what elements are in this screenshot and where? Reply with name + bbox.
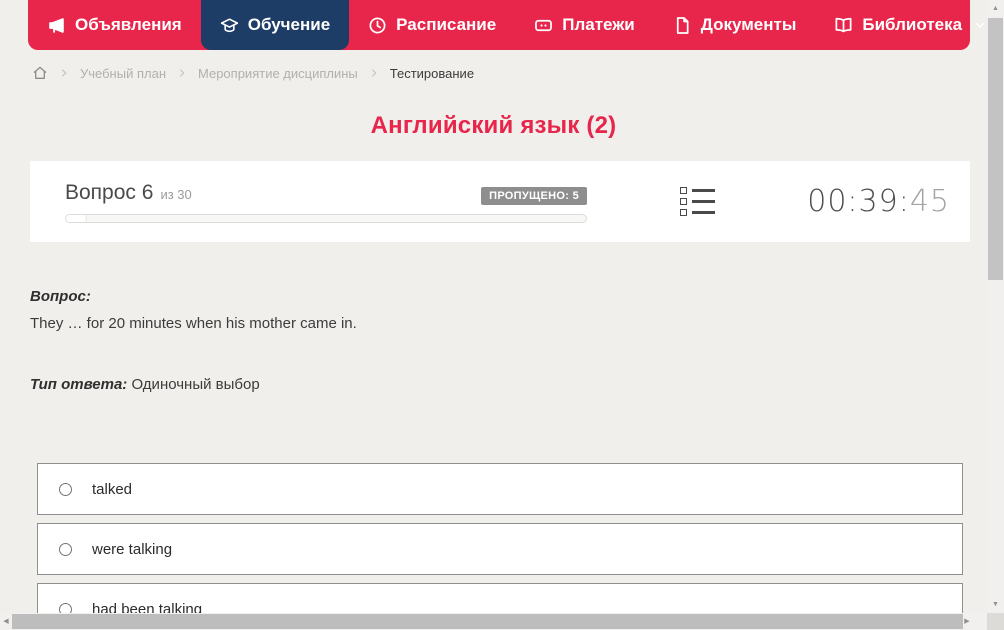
nav-item-schedule[interactable]: Расписание	[349, 0, 515, 50]
question-heading: Вопрос:	[30, 288, 1004, 305]
horizontal-scrollbar[interactable]: ◀ ▶	[0, 613, 987, 630]
timer-seconds: 45	[910, 184, 950, 219]
vertical-scrollbar-thumb[interactable]	[988, 18, 1003, 280]
question-total: из 30	[160, 187, 481, 202]
breadcrumb: Учебный план Мероприятие дисциплины Тест…	[32, 65, 1004, 81]
top-navigation: Объявления Обучение Расписание Платежи Д…	[28, 0, 970, 50]
breadcrumb-item-discipline-event[interactable]: Мероприятие дисциплины	[198, 66, 358, 81]
scrollbar-corner	[987, 613, 1004, 630]
question-text: They … for 20 minutes when his mother ca…	[30, 315, 1004, 332]
answer-option-label: talked	[92, 481, 132, 498]
skipped-badge: ПРОПУЩЕНО: 5	[481, 187, 587, 205]
clock-icon	[368, 16, 387, 35]
page-title: Английский язык (2)	[0, 112, 987, 140]
megaphone-icon	[47, 16, 66, 35]
timer-minutes: 00:39:	[807, 184, 910, 219]
scroll-right-icon[interactable]: ▶	[961, 613, 973, 630]
breadcrumb-item-curriculum[interactable]: Учебный план	[80, 66, 166, 81]
answer-option-talked[interactable]: talked	[37, 463, 963, 515]
breadcrumb-separator-icon	[369, 68, 379, 78]
book-icon	[834, 16, 853, 35]
vertical-scrollbar[interactable]: ▲ ▼	[987, 0, 1004, 613]
answer-option-label: were talking	[92, 541, 172, 558]
answer-type-value: Одиночный выбор	[131, 376, 259, 393]
answer-options: talked were talking had been talking	[37, 463, 1004, 630]
nav-item-label: Объявления	[75, 15, 182, 35]
nav-item-payments[interactable]: Платежи	[515, 0, 654, 50]
breadcrumb-separator-icon	[177, 68, 187, 78]
progress-bar	[65, 214, 587, 223]
list-icon	[680, 209, 715, 216]
nav-item-label: Библиотека	[862, 15, 962, 35]
radio-icon[interactable]	[59, 483, 72, 496]
question-number: Вопрос 6	[65, 181, 153, 205]
timer: 00:39:45	[807, 184, 950, 219]
radio-icon[interactable]	[59, 543, 72, 556]
progress-bar-fill	[66, 215, 87, 222]
nav-item-announcements[interactable]: Объявления	[28, 0, 201, 50]
home-icon[interactable]	[32, 65, 48, 81]
list-icon	[680, 198, 715, 205]
list-icon	[680, 187, 715, 194]
horizontal-scrollbar-thumb[interactable]	[12, 614, 963, 629]
nav-item-label: Обучение	[248, 15, 330, 35]
answer-type-label: Тип ответа:	[30, 376, 127, 393]
breadcrumb-separator-icon	[59, 68, 69, 78]
nav-item-documents[interactable]: Документы	[654, 0, 816, 50]
question-body: Вопрос: They … for 20 minutes when his m…	[30, 288, 1004, 393]
scroll-up-icon[interactable]: ▲	[987, 0, 1004, 17]
nav-item-label: Расписание	[396, 15, 496, 35]
nav-item-education[interactable]: Обучение	[201, 0, 349, 50]
graduation-cap-icon	[220, 16, 239, 35]
nav-item-library[interactable]: Библиотека	[815, 0, 1004, 50]
nav-item-label: Документы	[701, 15, 797, 35]
question-progress-block: Вопрос 6 из 30 ПРОПУЩЕНО: 5	[65, 181, 587, 223]
answer-option-were-talking[interactable]: were talking	[37, 523, 963, 575]
breadcrumb-item-testing: Тестирование	[390, 66, 474, 81]
scroll-left-icon[interactable]: ◀	[0, 613, 12, 630]
chevron-down-icon	[973, 18, 987, 32]
nav-item-label: Платежи	[562, 15, 635, 35]
document-icon	[673, 16, 692, 35]
scroll-down-icon[interactable]: ▼	[987, 596, 1004, 613]
wallet-icon	[534, 16, 553, 35]
question-list-button[interactable]	[676, 183, 719, 220]
question-header-card: Вопрос 6 из 30 ПРОПУЩЕНО: 5 00:39:45	[30, 161, 970, 242]
